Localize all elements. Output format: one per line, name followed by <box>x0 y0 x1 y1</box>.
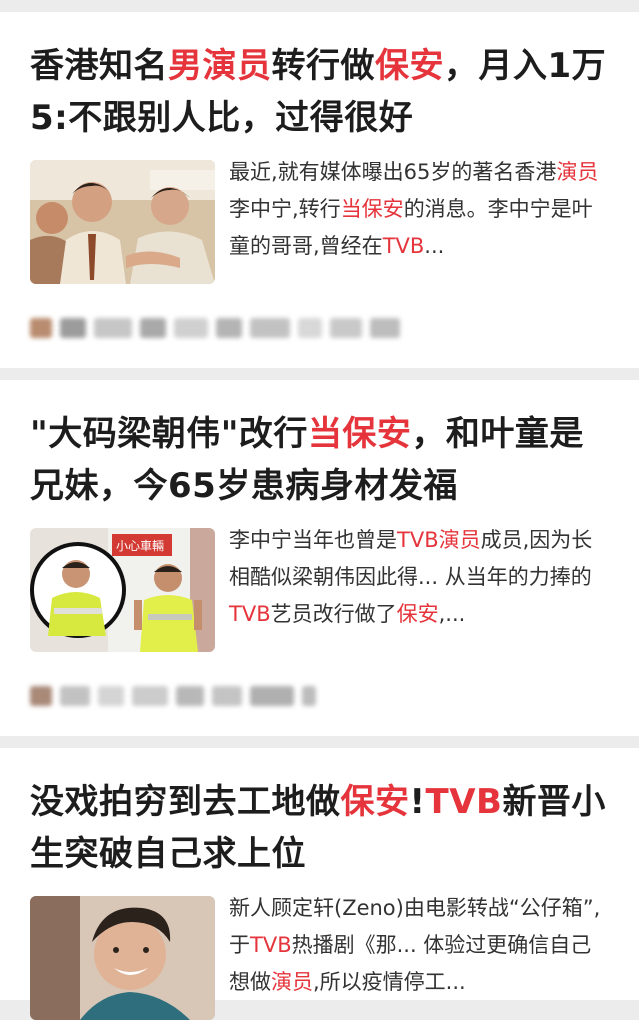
blurred-text <box>94 318 132 338</box>
photo-security-guard-icon[interactable]: 小心車輛 <box>30 528 215 652</box>
snippet-highlight: 演员 <box>271 970 313 994</box>
title-segment: 没戏拍穷到去工地做 <box>30 782 341 822</box>
blurred-text <box>330 318 362 338</box>
title-highlight: 保安 <box>340 782 410 822</box>
news-body: 最近,就有媒体曝出65岁的著名香港演员李中宁,转行当保安的消息。李中宁是叶童的哥… <box>30 160 607 284</box>
news-feed: 香港知名男演员转行做保安，月入1万5:不跟别人比，过得很好 最近,就有媒体曝出6… <box>0 0 639 1020</box>
news-card[interactable]: 没戏拍穷到去工地做保安!TVB新晋小生突破自己求上位 新人顾定轩(Zeno)由电… <box>0 748 639 1020</box>
blurred-text <box>98 686 124 706</box>
blurred-text <box>216 318 242 338</box>
news-snippet: 最近,就有媒体曝出65岁的著名香港演员李中宁,转行当保安的消息。李中宁是叶童的哥… <box>229 154 607 284</box>
snippet-segment: 李中宁当年也曾是 <box>229 528 397 552</box>
source-meta-blurred <box>30 684 607 708</box>
snippet-highlight: TVB <box>250 933 292 957</box>
snippet-segment: 李中宁,转行 <box>229 197 341 221</box>
snippet-segment: ,... <box>438 602 466 626</box>
title-highlight: TVB <box>425 782 503 822</box>
snippet-highlight: 保安 <box>396 602 439 626</box>
title-segment: 转行做 <box>271 46 375 86</box>
title-segment: 香港知名 <box>30 46 168 86</box>
source-avatar <box>30 318 52 338</box>
source-avatar <box>30 686 52 706</box>
news-snippet: 新人顾定轩(Zeno)由电影转战“公仔箱”,于TVB热播剧《那... 体验过更确… <box>229 890 607 1020</box>
news-body: 小心車輛 李中宁当年也曾是TVB演员成员,因为长相酷似梁朝伟因此得... 从当年… <box>30 528 607 652</box>
news-snippet: 李中宁当年也曾是TVB演员成员,因为长相酷似梁朝伟因此得... 从当年的力捧的T… <box>229 522 607 652</box>
blurred-text <box>174 318 208 338</box>
snippet-highlight: TVB <box>229 602 271 626</box>
blurred-text <box>298 318 322 338</box>
blurred-text <box>132 686 168 706</box>
news-title[interactable]: "大码梁朝伟"改行当保安，和叶童是兄妹，今65岁患病身材发福 <box>30 380 607 512</box>
snippet-highlight: TVB <box>382 234 425 258</box>
snippet-highlight: 当保安 <box>340 197 404 221</box>
title-highlight: 当保安 <box>307 414 412 454</box>
snippet-segment: 最近,就有媒体曝出65岁的著名香港 <box>229 160 557 184</box>
blurred-text <box>370 318 400 338</box>
title-highlight: 保安 <box>375 46 444 86</box>
snippet-highlight: TVB演员 <box>397 528 481 552</box>
blurred-text <box>176 686 204 706</box>
source-meta-blurred <box>30 316 607 340</box>
news-card[interactable]: 香港知名男演员转行做保安，月入1万5:不跟别人比，过得很好 最近,就有媒体曝出6… <box>0 12 639 368</box>
news-title[interactable]: 香港知名男演员转行做保安，月入1万5:不跟别人比，过得很好 <box>30 12 607 144</box>
snippet-segment: ,所以疫情停工... <box>313 970 466 994</box>
title-segment: ! <box>409 782 426 822</box>
snippet-highlight: 演员 <box>556 160 599 184</box>
sign-text: 小心車輛 <box>116 539 164 553</box>
photo-two-men-icon[interactable] <box>30 160 215 284</box>
snippet-segment: ... <box>424 234 445 258</box>
blurred-text <box>60 318 86 338</box>
blurred-text <box>140 318 166 338</box>
news-title[interactable]: 没戏拍穷到去工地做保安!TVB新晋小生突破自己求上位 <box>30 748 607 880</box>
title-highlight: 男演员 <box>168 46 272 86</box>
news-body: 新人顾定轩(Zeno)由电影转战“公仔箱”,于TVB热播剧《那... 体验过更确… <box>30 896 607 1020</box>
title-segment: "大码梁朝伟"改行 <box>30 414 308 454</box>
photo-smiling-man-icon[interactable] <box>30 896 215 1020</box>
blurred-text <box>302 686 316 706</box>
blurred-text <box>60 686 90 706</box>
blurred-text <box>212 686 242 706</box>
news-card[interactable]: "大码梁朝伟"改行当保安，和叶童是兄妹，今65岁患病身材发福 小心車輛 李中宁当… <box>0 380 639 736</box>
blurred-text <box>250 318 290 338</box>
snippet-segment: 艺员改行做了 <box>270 602 397 626</box>
blurred-text <box>250 686 294 706</box>
